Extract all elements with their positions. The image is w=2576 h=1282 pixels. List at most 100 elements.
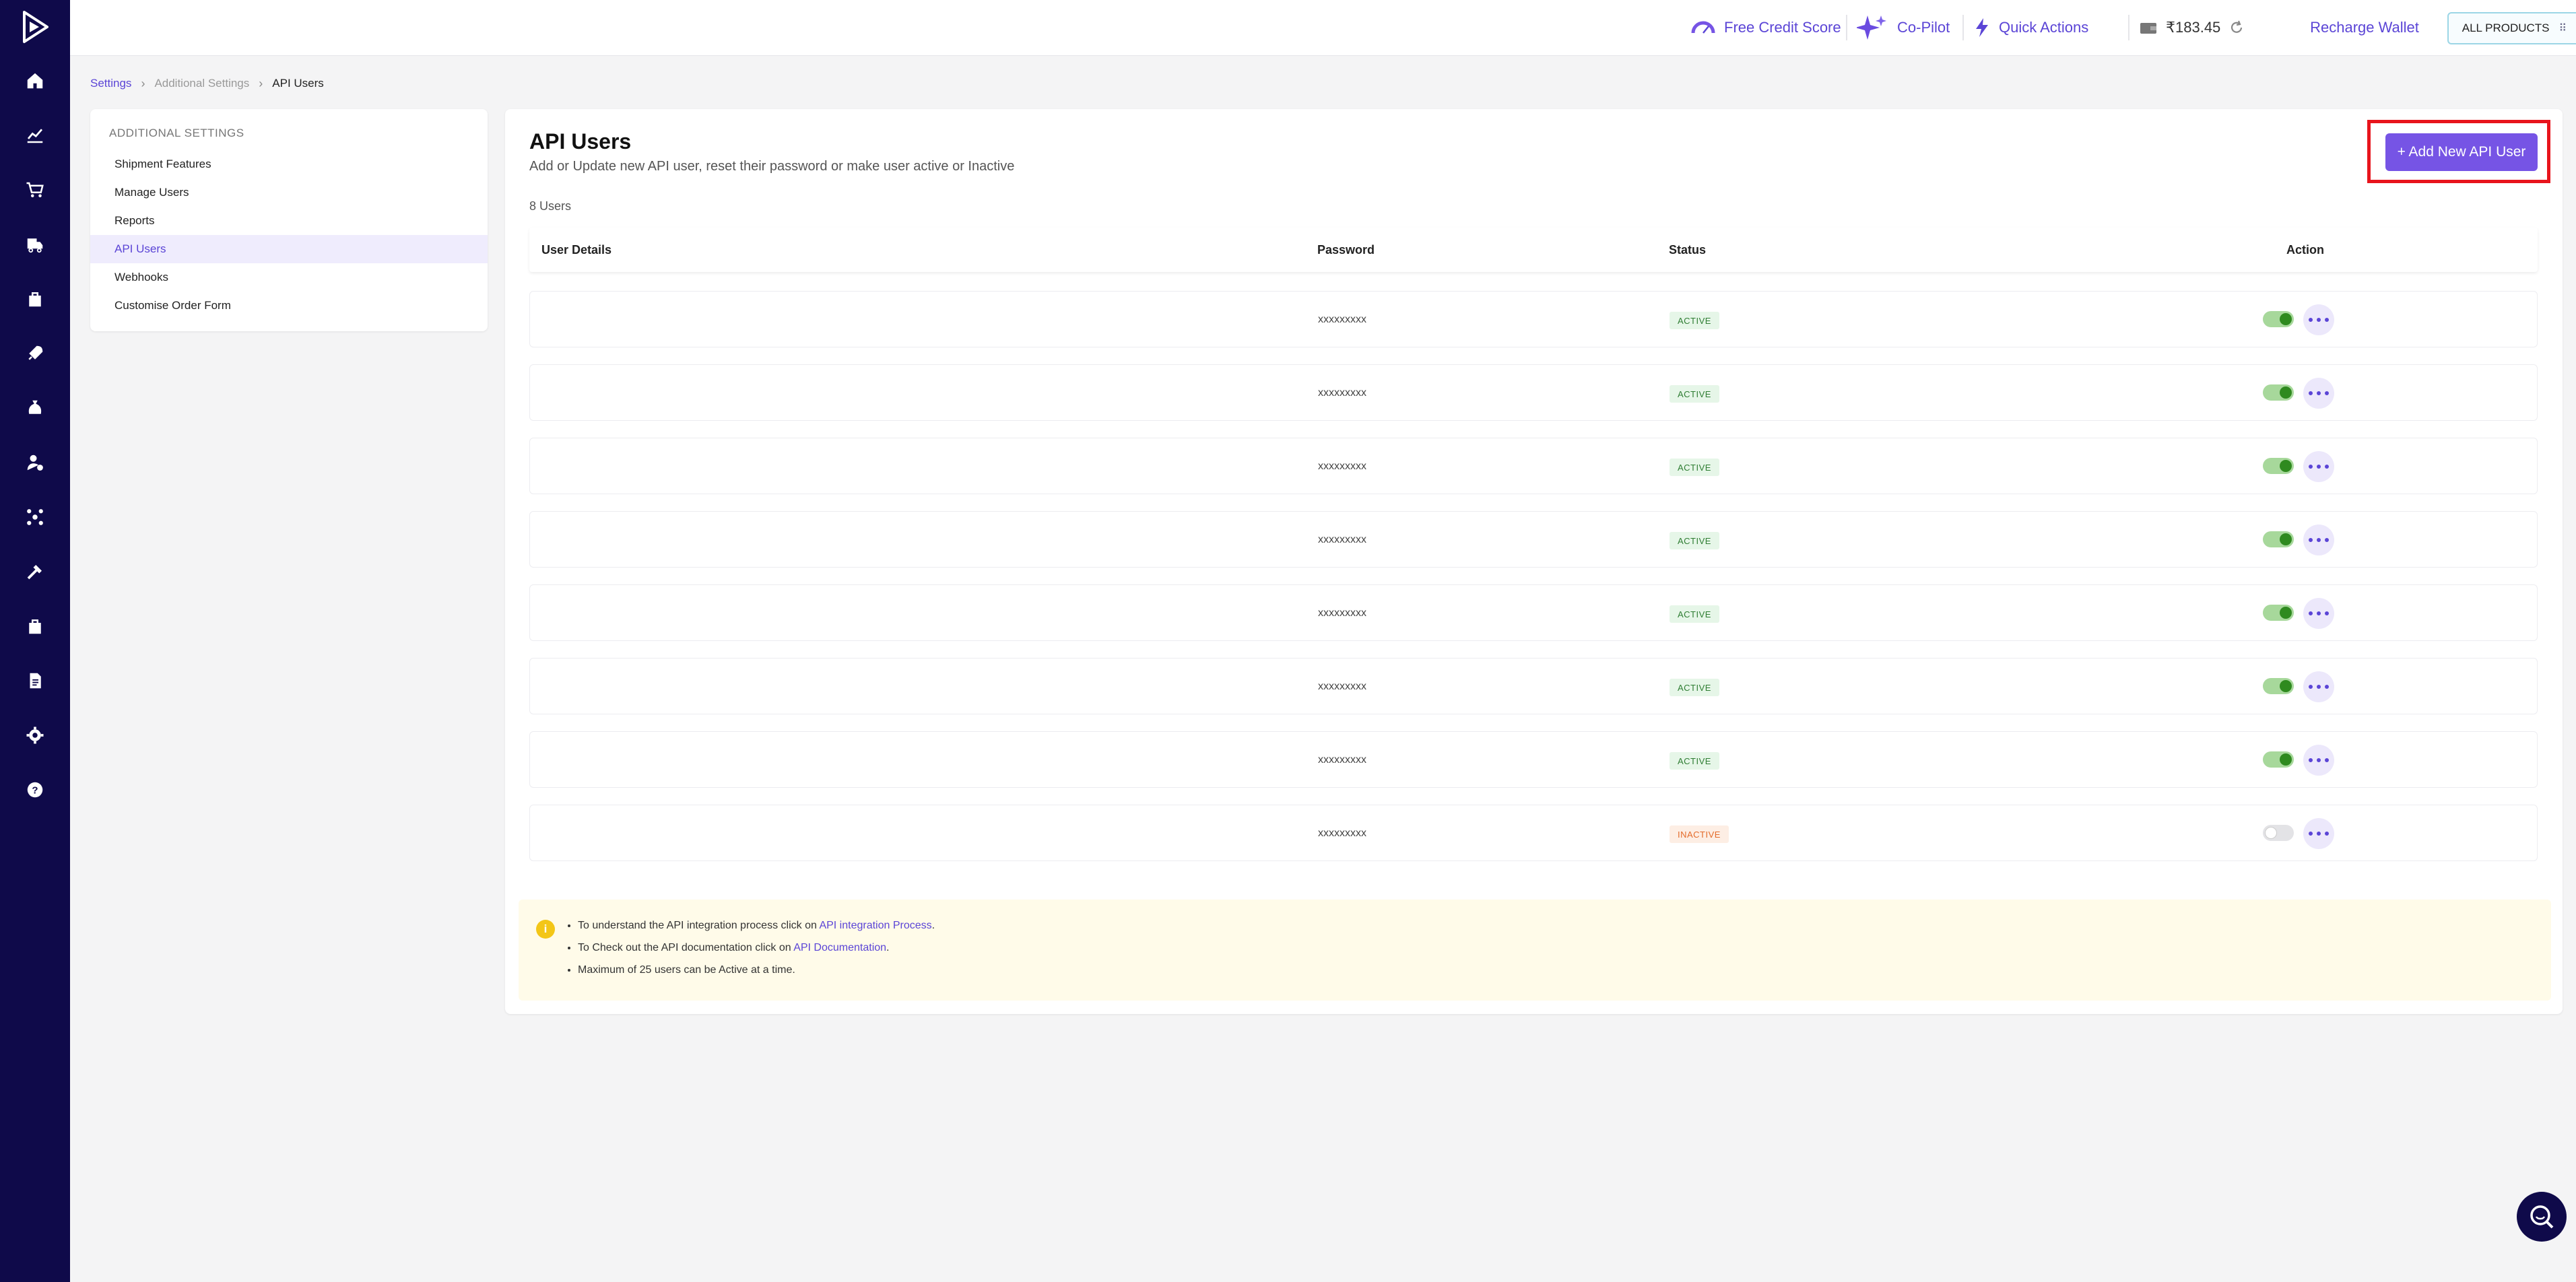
password-cell: xxxxxxxxx: [1318, 387, 1366, 399]
password-cell: xxxxxxxxx: [1318, 534, 1366, 545]
status-toggle[interactable]: [2263, 311, 2294, 327]
column-user-details: User Details: [541, 242, 612, 257]
more-options-icon[interactable]: [2303, 304, 2334, 335]
breadcrumb-current: API Users: [272, 77, 324, 90]
wallet-balance[interactable]: ₹183.45: [2139, 0, 2253, 55]
more-options-icon[interactable]: [2303, 378, 2334, 409]
table-row: xxxxxxxxx ACTIVE: [529, 731, 2538, 788]
chevron-right-icon: ›: [259, 76, 263, 90]
info-item: Maximum of 25 users can be Active at a t…: [578, 959, 935, 981]
integrations-icon[interactable]: [23, 505, 47, 529]
user-count: 8 Users: [529, 199, 572, 213]
status-toggle[interactable]: [2263, 751, 2294, 768]
copilot-label: Co-Pilot: [1897, 19, 1950, 36]
more-options-icon[interactable]: [2303, 745, 2334, 776]
home-icon[interactable]: [23, 69, 47, 93]
table-header: User Details Password Status Action: [529, 228, 2538, 272]
api-users-panel: API Users Add or Update new API user, re…: [505, 109, 2563, 1014]
chevron-right-icon: ›: [141, 76, 145, 90]
api-documentation-link[interactable]: API Documentation: [793, 942, 886, 953]
rocket-icon[interactable]: [23, 341, 47, 366]
divider: [2128, 15, 2129, 40]
settings-item-reports[interactable]: Reports: [90, 207, 488, 235]
status-toggle[interactable]: [2263, 605, 2294, 621]
password-cell: xxxxxxxxx: [1318, 314, 1366, 325]
top-bar: Free Credit Score Co-Pilot Quick Actions…: [70, 0, 2576, 56]
status-badge: ACTIVE: [1670, 312, 1719, 329]
money-bag-icon[interactable]: [23, 396, 47, 420]
add-api-user-button[interactable]: + Add New API User: [2385, 133, 2538, 171]
password-cell: xxxxxxxxx: [1318, 461, 1366, 472]
divider: [1846, 15, 1847, 40]
tools-icon[interactable]: [23, 560, 47, 584]
copilot-link[interactable]: Co-Pilot: [1857, 0, 1950, 55]
more-options-icon[interactable]: [2303, 598, 2334, 629]
sparkle-icon: [1857, 15, 1886, 40]
table-row: xxxxxxxxx ACTIVE: [529, 364, 2538, 421]
refresh-icon[interactable]: [2228, 20, 2245, 36]
settings-panel: ADDITIONAL SETTINGS Shipment Features Ma…: [90, 109, 488, 331]
status-toggle[interactable]: [2263, 825, 2294, 841]
wallet-amount: ₹183.45: [2166, 19, 2221, 36]
table-row: xxxxxxxxx ACTIVE: [529, 511, 2538, 568]
settings-item-api-users[interactable]: API Users: [90, 235, 488, 263]
all-products-button[interactable]: ALL PRODUCTS ⠿: [2447, 12, 2576, 44]
status-toggle[interactable]: [2263, 678, 2294, 694]
status-toggle[interactable]: [2263, 384, 2294, 401]
returns-icon[interactable]: [23, 287, 47, 311]
settings-item-shipment-features[interactable]: Shipment Features: [90, 150, 488, 178]
status-toggle[interactable]: [2263, 458, 2294, 474]
logo-icon[interactable]: [18, 9, 53, 44]
password-cell: xxxxxxxxx: [1318, 828, 1366, 839]
settings-item-manage-users[interactable]: Manage Users: [90, 178, 488, 207]
info-box: i To understand the API integration proc…: [519, 900, 2551, 1001]
more-options-icon[interactable]: [2303, 671, 2334, 702]
more-options-icon[interactable]: [2303, 525, 2334, 555]
breadcrumb: Settings › Additional Settings › API Use…: [90, 75, 324, 92]
info-text: .: [886, 942, 890, 953]
quick-actions-link[interactable]: Quick Actions: [1973, 0, 2088, 55]
shipment-icon[interactable]: [23, 232, 47, 257]
user-settings-icon[interactable]: [23, 450, 47, 475]
api-integration-process-link[interactable]: API integration Process: [819, 920, 931, 931]
settings-panel-heading: ADDITIONAL SETTINGS: [109, 127, 244, 139]
page-title: API Users: [529, 129, 632, 154]
grid-icon: ⠿: [2558, 23, 2567, 34]
status-badge: ACTIVE: [1670, 605, 1719, 623]
credit-score-link[interactable]: Free Credit Score: [1690, 0, 1841, 55]
password-cell: xxxxxxxxx: [1318, 607, 1366, 619]
info-item: To understand the API integration proces…: [578, 914, 935, 937]
settings-item-customise-order-form[interactable]: Customise Order Form: [90, 292, 488, 320]
settings-item-webhooks[interactable]: Webhooks: [90, 263, 488, 292]
gear-icon[interactable]: [23, 723, 47, 747]
svg-text:?: ?: [32, 785, 38, 797]
info-text: .: [931, 920, 935, 931]
chat-search-icon: [2530, 1205, 2554, 1229]
info-item: To Check out the API documentation click…: [578, 937, 935, 959]
document-icon[interactable]: [23, 669, 47, 693]
all-products-label: ALL PRODUCTS: [2462, 22, 2550, 34]
info-text: To understand the API integration proces…: [578, 920, 820, 931]
status-badge: ACTIVE: [1670, 459, 1719, 476]
more-options-icon[interactable]: [2303, 451, 2334, 482]
chat-support-button[interactable]: [2517, 1192, 2567, 1242]
password-cell: xxxxxxxxx: [1318, 754, 1366, 766]
status-badge: ACTIVE: [1670, 679, 1719, 696]
info-icon: i: [536, 920, 555, 939]
wallet-icon: [2140, 23, 2156, 34]
password-cell: xxxxxxxxx: [1318, 681, 1366, 692]
cart-icon[interactable]: [23, 178, 47, 202]
more-options-icon[interactable]: [2303, 818, 2334, 849]
status-badge: ACTIVE: [1670, 532, 1719, 549]
table-row: xxxxxxxxx ACTIVE: [529, 584, 2538, 641]
analytics-icon[interactable]: [23, 123, 47, 147]
breadcrumb-settings[interactable]: Settings: [90, 77, 131, 90]
info-text: To Check out the API documentation click…: [578, 942, 794, 953]
package-icon[interactable]: [23, 614, 47, 638]
status-toggle[interactable]: [2263, 531, 2294, 547]
credit-score-label: Free Credit Score: [1724, 19, 1841, 36]
help-icon[interactable]: ?: [23, 778, 47, 802]
quick-actions-label: Quick Actions: [1999, 19, 2089, 36]
breadcrumb-additional-settings[interactable]: Additional Settings: [154, 77, 249, 90]
recharge-wallet-button[interactable]: Recharge Wallet: [2305, 9, 2424, 46]
